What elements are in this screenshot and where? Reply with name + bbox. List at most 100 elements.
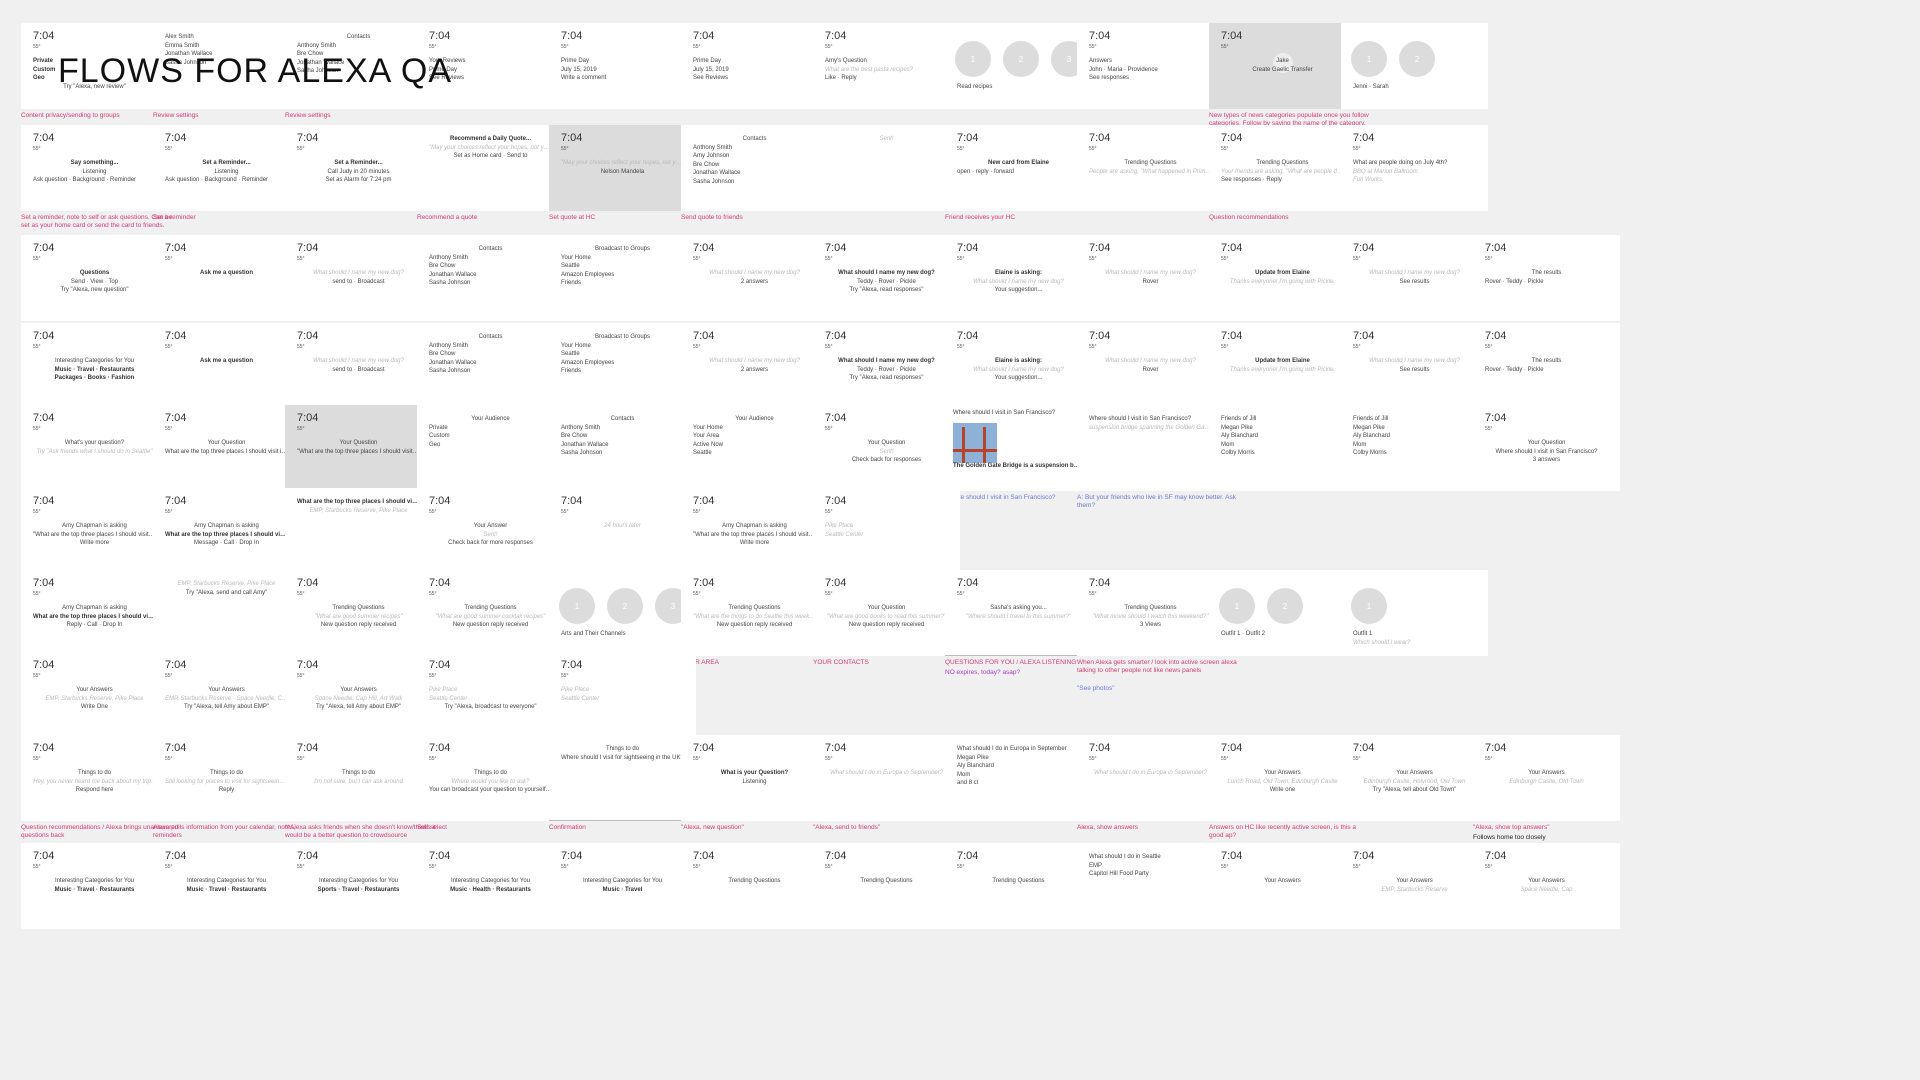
alexa-screen-frame[interactable]: 7:04 55° Things to do Still looking for pla… bbox=[153, 735, 300, 821]
alexa-screen-frame[interactable]: 7:04 55° Pike Place Seattle Center Try "Alex… bbox=[417, 652, 564, 738]
alexa-screen-frame[interactable]: 7:04 55° Prime Day July 15, 2019 Write a com… bbox=[549, 23, 696, 109]
alexa-screen-frame[interactable]: 7:04 55° Trending Questions Your friends ar… bbox=[1209, 125, 1356, 211]
alexa-screen-frame[interactable]: 7:04 55° Interesting Categories for You Mus… bbox=[21, 843, 168, 929]
option-circle[interactable]: 1 bbox=[1351, 588, 1387, 624]
alexa-screen-frame[interactable]: Contacts Anthony Smith Bre Chow Jonathan Wa… bbox=[549, 405, 696, 491]
alexa-screen-frame[interactable]: 7:04 55° New card from Elaine open · reply … bbox=[945, 125, 1092, 211]
alexa-screen-frame[interactable]: What are the top three places I should v… bbox=[285, 488, 432, 574]
alexa-screen-frame[interactable]: 7:04 55° What should I name my new dog? Ted… bbox=[813, 323, 960, 409]
alexa-screen-frame[interactable]: 7:04 55° What should I name my new dog? 2 a… bbox=[681, 235, 828, 321]
alexa-screen-frame[interactable]: Friends of Jill Megan Pike Aly Blanchard Mo… bbox=[1209, 405, 1356, 491]
alexa-screen-frame[interactable]: Broadcast to Groups Your Home Seattle Amazo… bbox=[549, 323, 696, 409]
alexa-screen-frame[interactable]: Contacts Anthony Smith Bre Chow Jonathan Wa… bbox=[417, 323, 564, 409]
alexa-screen-frame[interactable]: 7:04 55° Amy Chapman is asking "What are th… bbox=[21, 488, 168, 574]
alexa-screen-frame[interactable]: 7:04 55° Interesting Categories for You Spo… bbox=[285, 843, 432, 929]
alexa-screen-frame[interactable]: 7:04 55° Pike Place Seattle Center bbox=[549, 652, 696, 738]
alexa-screen-frame[interactable]: Your Audience Your Home Your Area Active No… bbox=[681, 405, 828, 491]
alexa-screen-frame[interactable]: 7:04 55° Your Answers EMP, Starbucks Reserv… bbox=[1341, 843, 1488, 929]
alexa-screen-frame[interactable]: Your Audience Private Custom Geo bbox=[417, 405, 564, 491]
alexa-screen-frame[interactable]: 7:04 55° Questions Send · View · Top Try "Al… bbox=[21, 235, 168, 321]
alexa-screen-frame[interactable]: 7:04 55° Amy Chapman is asking "What are th… bbox=[681, 488, 828, 574]
alexa-screen-frame[interactable]: 7:04 55° "May your choices reflect your ho… bbox=[549, 125, 696, 211]
alexa-screen-frame[interactable]: 7:04 55° Say something... Listening Ask ques… bbox=[21, 125, 168, 211]
alexa-screen-frame[interactable]: Recommend a Daily Quote... "May your choi… bbox=[417, 125, 564, 211]
alexa-screen-frame[interactable]: 7:04 55° Trending Questions bbox=[945, 843, 1092, 929]
alexa-screen-frame[interactable]: 7:04 55° Elaine is asking: What should I na… bbox=[945, 323, 1092, 409]
alexa-screen-frame[interactable]: 7:04 55° What should I name my new dog? Ted… bbox=[813, 235, 960, 321]
alexa-screen-frame[interactable]: 7:04 55° Amy's Question What are the best p… bbox=[813, 23, 960, 109]
alexa-screen-frame[interactable]: 7:04 55° Interesting Categories for You Mus… bbox=[417, 843, 564, 929]
alexa-screen-frame[interactable]: 7:04 55° Your Answers EMP, Starbucks Reserv… bbox=[21, 652, 168, 738]
option-circle[interactable]: 2 bbox=[1003, 41, 1039, 77]
alexa-screen-frame[interactable]: 7:04 55° Trending Questions "What movie sho… bbox=[1077, 570, 1224, 656]
alexa-screen-frame[interactable]: 7:04 55° Things to do Where would you like … bbox=[417, 735, 564, 821]
alexa-screen-frame[interactable]: 7:04 55° Interesting Categories for You Mus… bbox=[549, 843, 696, 929]
alexa-screen-frame[interactable]: 7:04 55° Your Answers Space Needle, Cap bbox=[1473, 843, 1620, 929]
alexa-screen-frame[interactable]: 7:04 55° What should I name my new dog? See… bbox=[1341, 323, 1488, 409]
alexa-screen-frame[interactable]: 7:04 55° What should I name my new dog? Rov… bbox=[1077, 235, 1224, 321]
alexa-screen-frame[interactable]: What should I do in Europa in September M… bbox=[945, 735, 1092, 821]
alexa-screen-frame[interactable]: 7:04 55° Your Question "What are the top th… bbox=[285, 405, 432, 491]
alexa-screen-frame[interactable]: 7:04 55° Jake Create Gaelic Transfer bbox=[1209, 23, 1356, 109]
alexa-screen-frame[interactable]: 7:04 55° Trending Questions "What are good … bbox=[417, 570, 564, 656]
alexa-screen-frame[interactable]: 7:04 55° What should I name my new dog? Rov… bbox=[1077, 323, 1224, 409]
option-circle[interactable]: 1 bbox=[955, 41, 991, 77]
alexa-screen-frame[interactable]: 1 2 3 Read recipes bbox=[945, 23, 1092, 109]
option-circle[interactable]: 2 bbox=[607, 588, 643, 624]
alexa-screen-frame[interactable]: 7:04 55° Interesting Categories for You Mus… bbox=[21, 323, 168, 409]
alexa-screen-frame[interactable]: 7:04 55° What should I name my new dog? See… bbox=[1341, 235, 1488, 321]
alexa-screen-frame[interactable]: 7:04 55° Update from Elaine Thanks everyone… bbox=[1209, 323, 1356, 409]
alexa-screen-frame[interactable]: 7:04 55° Elaine is asking: What should I na… bbox=[945, 235, 1092, 321]
alexa-screen-frame[interactable]: 7:04 55° Answers John · Maria · Providence S… bbox=[1077, 23, 1224, 109]
alexa-screen-frame[interactable]: 7:04 55° Pike Place Seattle Center bbox=[813, 488, 960, 574]
alexa-screen-frame[interactable]: Friends of Jill Megan Pike Aly Blanchard Mo… bbox=[1341, 405, 1488, 491]
alexa-screen-frame[interactable]: 7:04 55° Trending Questions bbox=[681, 843, 828, 929]
alexa-screen-frame[interactable]: 7:04 55° Your Question Where should I visit… bbox=[1473, 405, 1620, 491]
alexa-screen-frame[interactable]: EMP, Starbucks Reserve, Pike Place Try "A… bbox=[153, 570, 300, 656]
alexa-screen-frame[interactable]: 7:04 55° What is your Question? Listening bbox=[681, 735, 828, 821]
alexa-screen-frame[interactable]: Where should I visit in San Francisco? Th… bbox=[945, 405, 1092, 491]
alexa-screen-frame[interactable]: 7:04 55° Ask me a question bbox=[153, 235, 300, 321]
alexa-screen-frame[interactable]: 7:04 55° Ask me a question bbox=[153, 323, 300, 409]
alexa-screen-frame[interactable]: 1 Outfit 1 Which should I wear? bbox=[1341, 570, 1488, 656]
alexa-screen-frame[interactable]: 7:04 55° Update from Elaine Thanks everyone… bbox=[1209, 235, 1356, 321]
alexa-screen-frame[interactable]: 7:04 55° What should I name my new dog? sen… bbox=[285, 323, 432, 409]
option-circle[interactable]: 1 bbox=[1219, 588, 1255, 624]
alexa-screen-frame[interactable]: 7:04 55° Amy Chapman is asking What are the… bbox=[153, 488, 300, 574]
option-circle[interactable]: 1 bbox=[559, 588, 595, 624]
alexa-screen-frame[interactable]: Contacts Anthony Smith Amy Johnson Bre Chow… bbox=[681, 125, 828, 211]
alexa-screen-frame[interactable]: 7:04 55° The results Rover · Teddy · Pickle bbox=[1473, 323, 1620, 409]
alexa-screen-frame[interactable]: 7:04 55° What are people doing on July 4th… bbox=[1341, 125, 1488, 211]
alexa-screen-frame[interactable]: 7:04 55° Set a Reminder... Call Judy in 20 … bbox=[285, 125, 432, 211]
alexa-screen-frame[interactable]: What should I do in Seattle EMP Capitol Hi… bbox=[1077, 843, 1224, 929]
alexa-screen-frame[interactable]: 7:04 55° Your Answers bbox=[1209, 843, 1356, 929]
alexa-screen-frame[interactable]: 1 2 Jenni · Sarah bbox=[1341, 23, 1488, 109]
alexa-screen-frame[interactable]: 7:04 55° Sasha's asking you... "Where shoul… bbox=[945, 570, 1092, 656]
alexa-screen-frame[interactable]: 7:04 55° What should I do in Europa in Sep… bbox=[813, 735, 960, 821]
alexa-screen-frame[interactable]: Things to do Where should I visit for sig… bbox=[549, 735, 696, 821]
alexa-screen-frame[interactable]: 7:04 55° Your Answers EMP, Starbucks Reserv… bbox=[153, 652, 300, 738]
alexa-screen-frame[interactable]: 7:04 55° Your Question Sent! Check back for … bbox=[813, 405, 960, 491]
alexa-screen-frame[interactable]: 7:04 55° The results Rover · Teddy · Pickle bbox=[1473, 235, 1620, 321]
option-circle[interactable]: 1 bbox=[1351, 41, 1387, 77]
alexa-screen-frame[interactable]: 1 2 Outfit 1 · Outfit 2 bbox=[1209, 570, 1356, 656]
alexa-screen-frame[interactable]: 7:04 55° Things to do Hey, you never heard … bbox=[21, 735, 168, 821]
alexa-screen-frame[interactable]: 7:04 55° What's your question? Try "Ask fri… bbox=[21, 405, 168, 491]
alexa-screen-frame[interactable]: 7:04 55° Interesting Categories for You Mus… bbox=[153, 843, 300, 929]
alexa-screen-frame[interactable]: 1 2 3 Arts and Their Channels bbox=[549, 570, 696, 656]
option-circle[interactable]: 2 bbox=[1267, 588, 1303, 624]
alexa-screen-frame[interactable]: 7:04 55° What should I name my new dog? sen… bbox=[285, 235, 432, 321]
alexa-screen-frame[interactable]: 7:04 55° Trending Questions "What are good … bbox=[285, 570, 432, 656]
alexa-screen-frame[interactable]: 7:04 55° Trending Questions People are aski… bbox=[1077, 125, 1224, 211]
alexa-screen-frame[interactable]: 7:04 55° Your Answer Sent! Check back for mo… bbox=[417, 488, 564, 574]
alexa-screen-frame[interactable]: 7:04 55° Your Answers Edinburgh Castle, Hol… bbox=[1341, 735, 1488, 821]
alexa-screen-frame[interactable]: Broadcast to Groups Your Home Seattle Amazo… bbox=[549, 235, 696, 321]
alexa-screen-frame[interactable]: 7:04 55° What should I name my new dog? 2 a… bbox=[681, 323, 828, 409]
option-circle[interactable]: 2 bbox=[1399, 41, 1435, 77]
alexa-screen-frame[interactable]: Where should I visit in San Francisco? su… bbox=[1077, 405, 1224, 491]
alexa-screen-frame[interactable]: 7:04 55° Your Answers Lunch Road, Old Town,… bbox=[1209, 735, 1356, 821]
alexa-screen-frame[interactable]: 7:04 55° Your Question What are the top thr… bbox=[153, 405, 300, 491]
alexa-screen-frame[interactable]: 7:04 55° Amy Chapman is asking What are the… bbox=[21, 570, 168, 656]
alexa-screen-frame[interactable]: 7:04 55° 24 hours later bbox=[549, 488, 696, 574]
alexa-screen-frame[interactable]: Sent! bbox=[813, 125, 960, 211]
